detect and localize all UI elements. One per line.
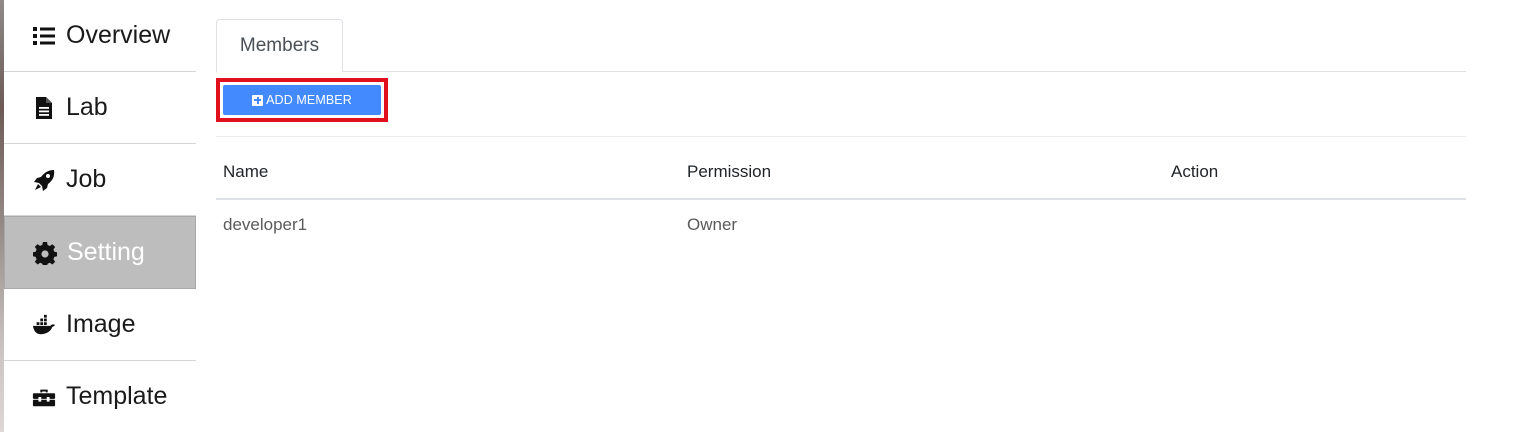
sidebar: Overview Lab Job Setting Image Template <box>4 0 196 432</box>
rocket-icon <box>31 167 57 193</box>
main-content: Members ADD MEMBER Name Permission Actio… <box>216 0 1466 432</box>
sidebar-item-label: Lab <box>66 93 108 121</box>
tab-label: Members <box>239 35 320 56</box>
member-permission: Owner <box>687 215 738 234</box>
sidebar-item-setting[interactable]: Setting <box>4 216 196 289</box>
column-header-action: Action <box>1171 161 1219 181</box>
app-page: Overview Lab Job Setting Image Template … <box>0 0 1523 432</box>
list-icon <box>31 23 57 49</box>
sidebar-item-label: Image <box>66 310 136 338</box>
docker-icon <box>31 312 57 338</box>
sidebar-item-label: Overview <box>66 21 171 49</box>
tab-bar: Members <box>216 0 1466 73</box>
add-member-label: ADD MEMBER <box>266 93 352 107</box>
member-name: developer1 <box>223 215 308 234</box>
gear-icon <box>32 240 58 266</box>
sidebar-item-label: Job <box>66 165 107 193</box>
table-row: developer1 Owner <box>216 200 1466 250</box>
column-header-permission: Permission <box>687 161 772 181</box>
column-header-name: Name <box>223 161 269 181</box>
highlight-box: ADD MEMBER <box>216 78 388 122</box>
sidebar-item-label: Template <box>66 382 168 410</box>
sidebar-item-template[interactable]: Template <box>4 361 196 432</box>
table-header: Name Permission Action <box>216 145 1466 200</box>
add-member-button[interactable]: ADD MEMBER <box>223 85 381 115</box>
sidebar-item-lab[interactable]: Lab <box>4 72 196 144</box>
toolbox-icon <box>31 384 57 410</box>
divider <box>216 136 1466 137</box>
tab-members[interactable]: Members <box>216 19 343 73</box>
sidebar-item-label: Setting <box>67 238 145 266</box>
file-icon <box>31 95 57 121</box>
sidebar-item-overview[interactable]: Overview <box>4 0 196 72</box>
sidebar-item-image[interactable]: Image <box>4 289 196 361</box>
sidebar-item-job[interactable]: Job <box>4 144 196 216</box>
plus-square-icon <box>252 94 264 106</box>
